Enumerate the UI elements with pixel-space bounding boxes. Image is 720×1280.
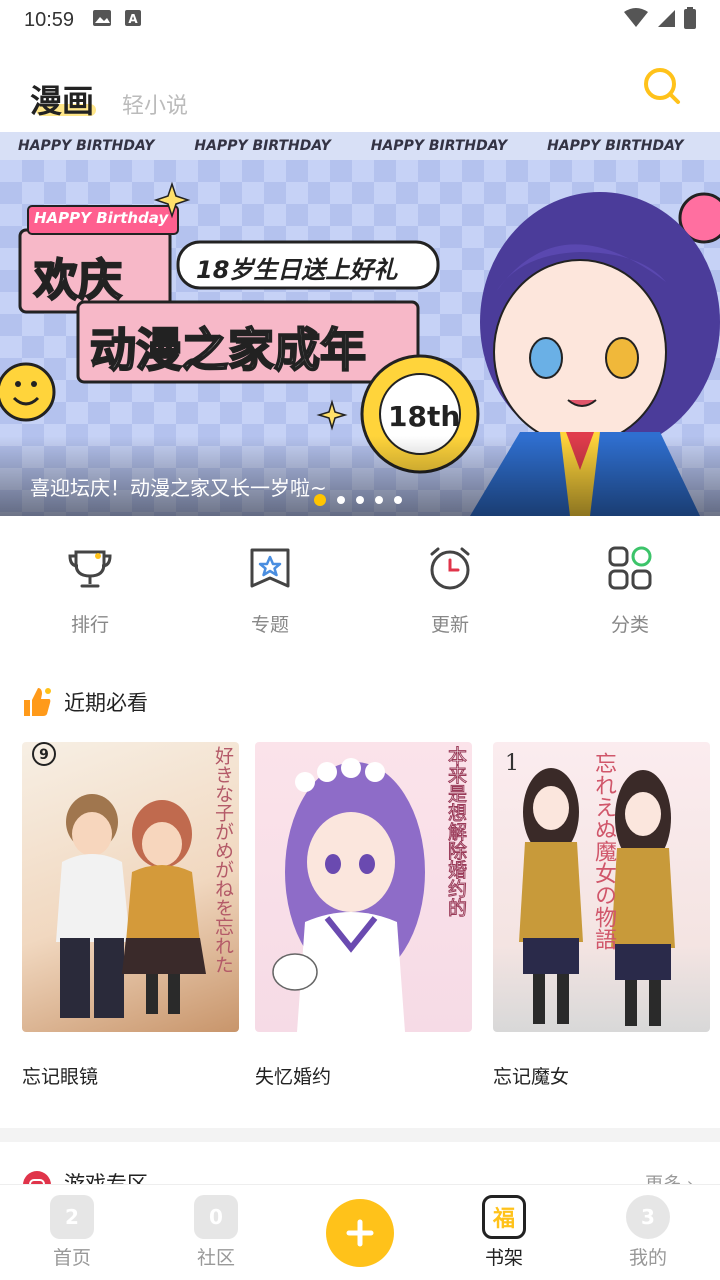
alarm-clock-icon <box>430 547 470 590</box>
banner-title-line2: 动漫之家成年 <box>89 322 367 378</box>
quick-nav-updates[interactable]: 更新 <box>390 540 510 637</box>
nav-label: 书架 <box>484 1247 523 1269</box>
nav-label: 我的 <box>628 1247 667 1269</box>
cover-title: 忘れえぬ魔女の物語 <box>591 752 616 950</box>
bookshelf-icon: 福 <box>482 1195 526 1239</box>
tab-light-novel[interactable]: 轻小说 <box>122 88 188 120</box>
nav-bookshelf[interactable]: 福 书架 <box>454 1195 554 1270</box>
svg-text:A: A <box>128 12 138 26</box>
quick-nav-categories[interactable]: 分类 <box>570 540 690 637</box>
banner-stamp: 18th <box>388 400 461 433</box>
profile-icon: 3 <box>626 1195 670 1239</box>
comic-card[interactable]: 1 忘れえぬ魔女の物語 忘记魔女 <box>493 742 710 1089</box>
banner-title-line1: 欢庆 <box>33 254 123 307</box>
search-button[interactable] <box>640 64 684 108</box>
pagination-dot[interactable] <box>337 496 345 504</box>
status-time: 10:59 <box>24 8 75 31</box>
wifi-icon <box>624 7 648 33</box>
trophy-icon <box>68 550 112 588</box>
community-icon: 0 <box>194 1195 238 1239</box>
comic-cover[interactable]: 9 好きな子がめがねを忘れた <box>22 742 239 1032</box>
battery-icon <box>684 6 696 34</box>
quick-nav-topics[interactable]: 专题 <box>210 540 330 637</box>
pagination-dot[interactable] <box>394 496 402 504</box>
svg-text:9: 9 <box>39 747 49 763</box>
cover-title: 本来是想解除婚约的 <box>445 746 468 918</box>
add-icon <box>346 1219 374 1247</box>
nav-label: 社区 <box>196 1247 235 1269</box>
section-divider <box>0 1128 720 1142</box>
promo-banner[interactable]: HAPPY BIRTHDAY HAPPY BIRTHDAY HAPPY BIRT… <box>0 132 720 516</box>
banner-badge: HAPPY Birthday <box>34 209 169 227</box>
comic-title[interactable]: 失忆婚约 <box>255 1062 472 1089</box>
comic-card[interactable]: 9 好きな子がめがねを忘れた 忘记眼镜 <box>22 742 239 1089</box>
add-button[interactable] <box>326 1199 394 1267</box>
cover-title: 好きな子がめがねを忘れた <box>212 746 234 974</box>
home-icon: 2 <box>50 1195 94 1239</box>
tab-manga[interactable]: 漫画 <box>30 76 94 122</box>
top-tabs: 漫画 轻小说 <box>0 60 720 130</box>
banner-caption: 喜迎坛庆！动漫之家又长一岁啦~ <box>30 476 327 500</box>
nav-profile[interactable]: 3 我的 <box>598 1195 698 1270</box>
status-bar: 10:59 A <box>0 0 720 40</box>
quick-nav-ranking[interactable]: 排行 <box>30 540 150 637</box>
nav-label: 首页 <box>52 1247 91 1269</box>
banner-tag: 18岁生日送上好礼 <box>196 256 398 284</box>
section-recent-header: 近期必看 <box>22 682 148 722</box>
pagination-dot[interactable] <box>314 494 326 506</box>
pagination-dot[interactable] <box>356 496 364 504</box>
quick-nav-label: 排行 <box>70 614 109 636</box>
banner-pagination[interactable] <box>314 494 402 506</box>
quick-nav-label: 更新 <box>430 614 469 636</box>
nav-community[interactable]: 0 社区 <box>166 1195 266 1270</box>
grid-icon <box>608 546 652 590</box>
comic-title[interactable]: 忘记魔女 <box>493 1062 710 1089</box>
quick-nav-label: 专题 <box>250 614 289 636</box>
star-bookmark-icon <box>250 548 290 588</box>
section-title: 近期必看 <box>64 691 148 715</box>
pagination-dot[interactable] <box>375 496 383 504</box>
svg-text:1: 1 <box>505 751 519 776</box>
recent-cards: 9 好きな子がめがねを忘れた 忘记眼镜 本来是想解除婚约的 失忆婚约 1 忘れえ… <box>22 742 710 1092</box>
signal-icon <box>656 8 676 33</box>
comic-card[interactable]: 本来是想解除婚约的 失忆婚约 <box>255 742 472 1089</box>
quick-nav-label: 分类 <box>610 614 649 636</box>
text-badge-icon: A <box>124 9 142 32</box>
thumbs-up-icon <box>24 688 51 716</box>
quick-nav: 排行 专题 更新 分类 <box>0 540 720 640</box>
nav-home[interactable]: 2 首页 <box>22 1195 122 1270</box>
image-icon <box>92 9 112 32</box>
comic-cover[interactable]: 本来是想解除婚约的 <box>255 742 472 1032</box>
comic-title[interactable]: 忘记眼镜 <box>22 1062 239 1089</box>
search-icon <box>644 68 680 104</box>
comic-cover[interactable]: 1 忘れえぬ魔女の物語 <box>493 742 710 1032</box>
bottom-nav: 2 首页 0 社区 福 书架 3 我的 <box>0 1184 720 1280</box>
